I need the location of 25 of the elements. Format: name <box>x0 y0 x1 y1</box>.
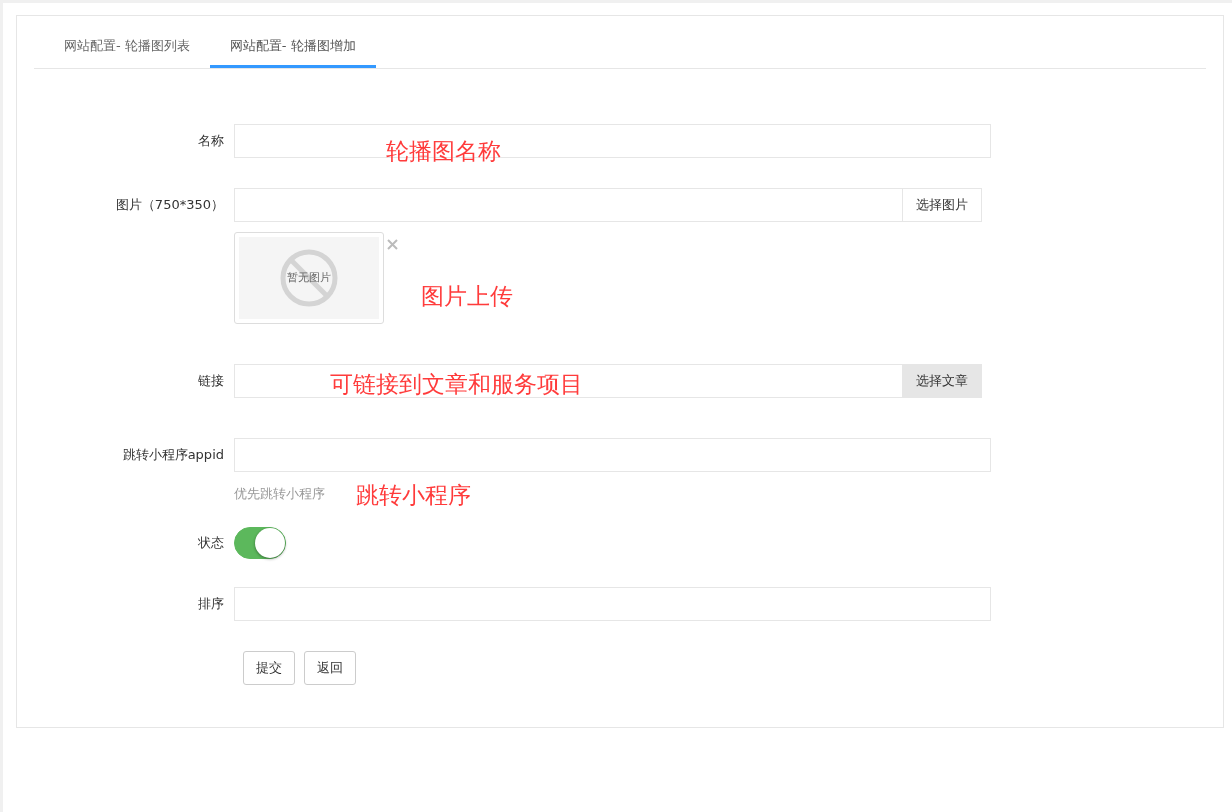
no-image-text: 暂无图片 <box>287 269 331 286</box>
status-toggle[interactable] <box>234 526 286 559</box>
field-label: 状态 <box>198 533 224 552</box>
field-label: 图片（750*350） <box>115 196 224 215</box>
field-label: 名称 <box>198 132 224 151</box>
text-input[interactable] <box>234 438 991 472</box>
annotation-text: 跳转小程序 <box>356 484 471 507</box>
tab[interactable]: 网站配置- 轮播图列表 <box>44 26 210 68</box>
text-input[interactable] <box>234 188 903 222</box>
form-button[interactable]: 返回 <box>304 650 356 685</box>
choose-article-button[interactable]: 选择文章 <box>903 364 982 398</box>
close-icon[interactable] <box>387 239 398 250</box>
form-button[interactable]: 提交 <box>243 650 295 685</box>
annotation-text: 图片上传 <box>421 285 513 308</box>
help-text: 优先跳转小程序 <box>234 485 325 503</box>
field-label: 排序 <box>198 594 224 613</box>
text-input[interactable] <box>234 364 903 398</box>
field-label: 跳转小程序appid <box>122 446 224 465</box>
annotation-text: 轮播图名称 <box>386 140 501 163</box>
tab[interactable]: 网站配置- 轮播图增加 <box>209 26 376 68</box>
no-image-icon <box>279 248 339 308</box>
field-label: 链接 <box>198 372 224 391</box>
choose-image-button[interactable]: 选择图片 <box>903 188 982 222</box>
annotation-text: 可链接到文章和服务项目 <box>330 373 583 396</box>
text-input[interactable] <box>234 586 991 621</box>
